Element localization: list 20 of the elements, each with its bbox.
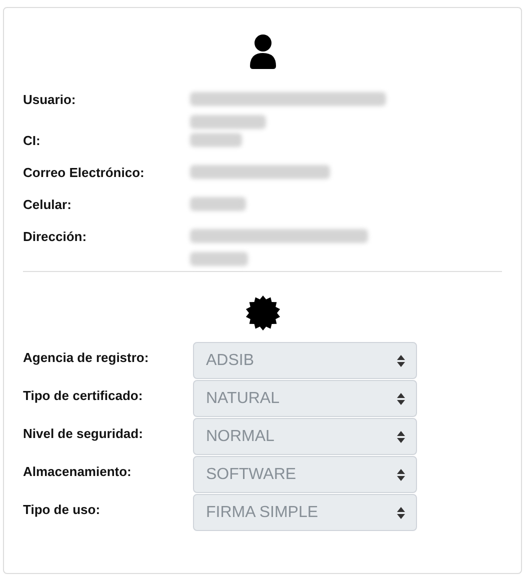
field-label: Tipo de uso: [23,501,102,519]
blurred-text [190,252,248,266]
sort-caret-icon [397,430,405,442]
field-label: Almacenamiento: [23,463,132,481]
user-icon [248,34,278,70]
field-label: Celular: [23,196,72,214]
field-label: Dirección: [23,228,88,246]
seal-icon [244,295,280,331]
blurred-text [190,197,246,211]
field-label: Agencia de registro: [23,349,150,367]
sort-caret-icon [397,392,405,404]
field-label: Nivel de seguridad: [23,425,144,443]
field-label: CI: [23,132,42,150]
blurred-text [190,133,242,147]
sort-caret-icon [397,354,405,366]
sort-caret-icon [397,506,405,518]
field-label: Correo Electrónico: [23,164,146,182]
field-label: Usuario: [23,91,77,109]
sort-caret-icon [397,468,405,480]
field-label: Tipo de certificado: [23,387,144,405]
